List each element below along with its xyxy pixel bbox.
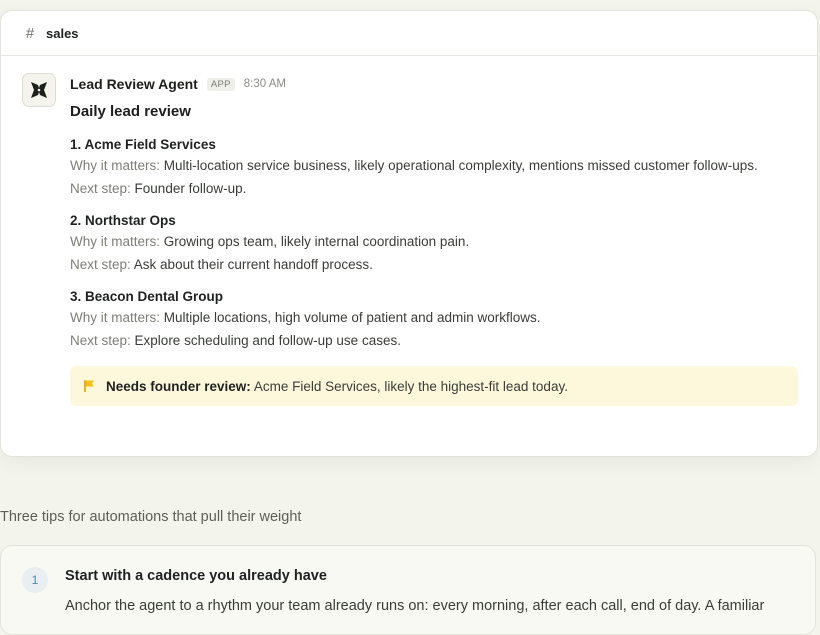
sender-name[interactable]: Lead Review Agent — [70, 76, 198, 92]
lead-name: 1. Acme Field Services — [70, 137, 216, 152]
why-text: Multiple locations, high volume of patie… — [163, 310, 541, 325]
callout-label: Needs founder review: — [106, 378, 251, 394]
message-card: # sales Lead Review Agent APP 8:30 AM Da… — [0, 10, 818, 457]
tip-number: 1 — [22, 567, 48, 593]
channel-name[interactable]: sales — [46, 26, 79, 41]
tips-heading: Three tips for automations that pull the… — [0, 509, 302, 525]
timestamp[interactable]: 8:30 AM — [244, 78, 286, 90]
lead-item: 3. Beacon Dental Group Why it matters: M… — [70, 287, 797, 352]
agent-logo-icon — [31, 82, 47, 98]
lead-name: 2. Northstar Ops — [70, 213, 176, 228]
why-label: Why it matters: — [70, 158, 161, 173]
next-label: Next step: — [70, 180, 131, 196]
why-label: Why it matters: — [70, 310, 161, 325]
lead-item: 2. Northstar Ops Why it matters: Growing… — [70, 211, 797, 276]
tip-card: 1 Start with a cadence you already have … — [0, 545, 816, 635]
lead-name: 3. Beacon Dental Group — [70, 289, 224, 304]
avatar[interactable] — [22, 73, 56, 107]
flag-icon — [84, 380, 94, 392]
app-badge: APP — [206, 77, 235, 91]
founder-review-callout: Needs founder review: Acme Field Service… — [70, 366, 798, 406]
message-content: Lead Review Agent APP 8:30 AM Daily lead… — [70, 73, 798, 406]
next-label: Next step: — [70, 256, 131, 272]
lead-item: 1. Acme Field Services Why it matters: M… — [70, 135, 797, 200]
next-text: Ask about their current handoff process. — [133, 256, 373, 272]
message: Lead Review Agent APP 8:30 AM Daily lead… — [22, 73, 798, 406]
lead-next: Next step: Ask about their current hando… — [70, 254, 797, 277]
callout-text: Needs founder review: Acme Field Service… — [106, 379, 568, 394]
hash-icon: # — [25, 24, 35, 42]
lead-why: Why it matters: Growing ops team, likely… — [70, 231, 797, 254]
next-text: Explore scheduling and follow-up use cas… — [134, 332, 401, 348]
lead-why: Why it matters: Multiple locations, high… — [70, 307, 797, 330]
message-title: Daily lead review — [70, 103, 191, 120]
why-text: Multi-location service business, likely … — [163, 158, 758, 173]
lead-next: Next step: Founder follow-up. — [70, 178, 797, 201]
why-text: Growing ops team, likely internal coordi… — [163, 234, 470, 249]
next-label: Next step: — [70, 332, 131, 348]
why-label: Why it matters: — [70, 234, 161, 249]
lead-next: Next step: Explore scheduling and follow… — [70, 330, 797, 353]
channel-header: # sales — [1, 11, 817, 56]
lead-why: Why it matters: Multi-location service b… — [70, 155, 797, 178]
tip-title: Start with a cadence you already have — [65, 568, 327, 584]
next-text: Founder follow-up. — [134, 180, 247, 196]
message-meta: Lead Review Agent APP 8:30 AM — [70, 73, 797, 95]
tip-body: Anchor the agent to a rhythm your team a… — [65, 598, 765, 614]
callout-body: Acme Field Services, likely the highest-… — [253, 378, 568, 394]
